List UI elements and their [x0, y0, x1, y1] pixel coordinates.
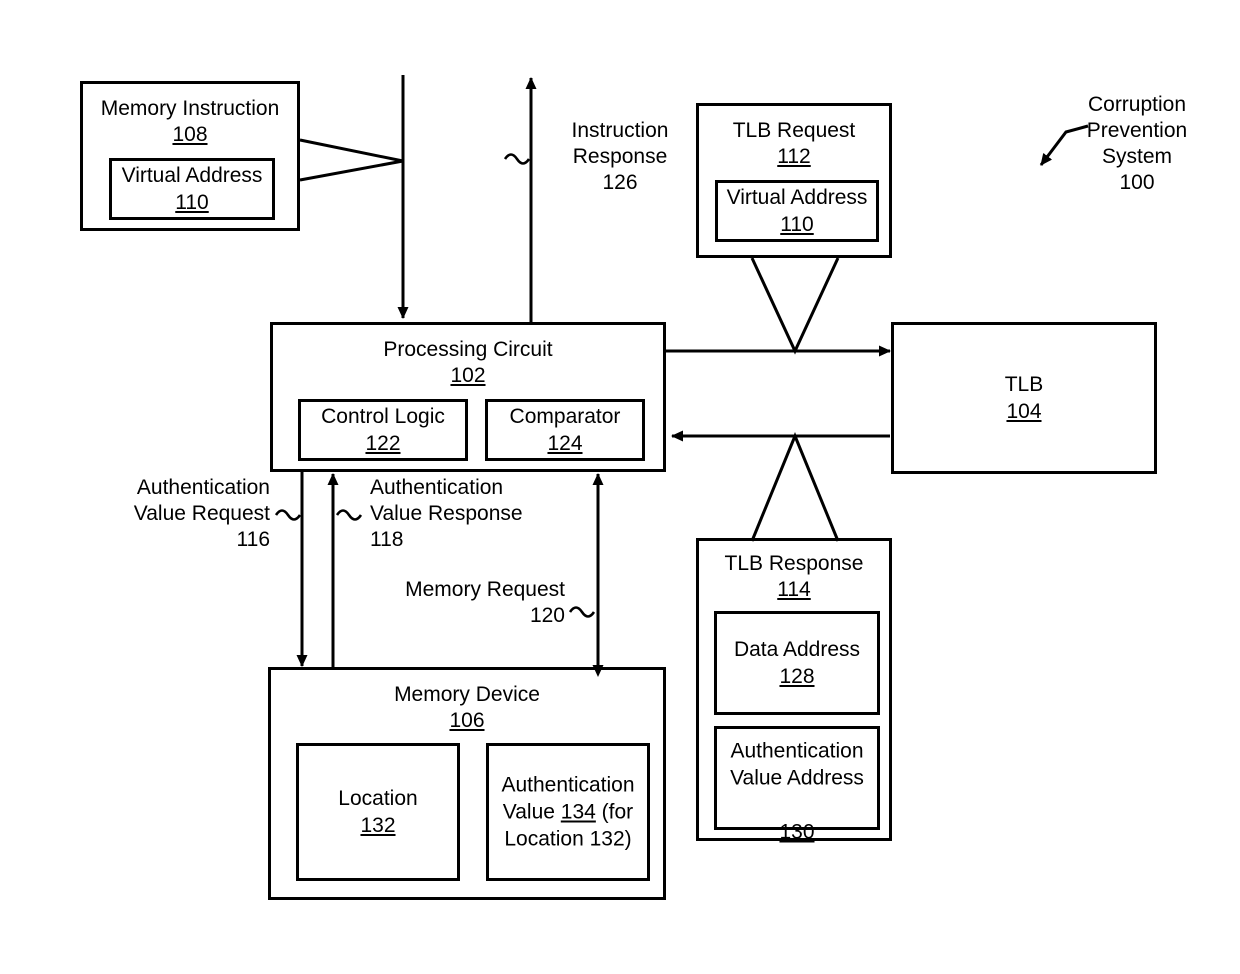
- block-data-address-ref: 128: [779, 665, 815, 688]
- block-processing-circuit-title: Processing Circuit 102: [273, 337, 663, 389]
- block-tlb-response-title: TLB Response 114: [699, 551, 889, 603]
- block-tlb-response-title-text: TLB Response: [724, 552, 864, 575]
- block-virtual-address-110-tlb-ref: 110: [780, 213, 814, 236]
- block-tlb-label: TLB 104: [894, 371, 1154, 425]
- arrow-memory-request: [568, 473, 604, 677]
- block-tlb-title: TLB: [1004, 373, 1044, 396]
- callout-tail-tlb-request: [750, 257, 840, 355]
- block-processing-circuit-ref: 102: [450, 364, 486, 387]
- label-memory-request: Memory Request 120: [405, 578, 565, 627]
- label-instruction-response: Instruction Response 126: [571, 119, 669, 194]
- block-memory-device-title: Memory Device 106: [271, 682, 663, 734]
- block-authentication-value-address-title: Authentication Value Address: [730, 739, 864, 790]
- block-processing-circuit-title-text: Processing Circuit: [383, 338, 553, 361]
- block-memory-device-ref: 106: [449, 709, 485, 732]
- block-memory-instruction-title-text: Memory Instruction: [100, 97, 280, 120]
- block-location-title: Location: [338, 787, 418, 810]
- block-control-logic-ref: 122: [365, 432, 401, 455]
- block-location-label: Location 132: [299, 785, 457, 839]
- block-virtual-address-110-label: Virtual Address 110: [112, 162, 272, 216]
- block-tlb-response: TLB Response 114 Data Address 128 Authen…: [696, 538, 892, 844]
- block-control-logic-label: Control Logic 122: [301, 403, 465, 457]
- patent-figure: Memory Instruction 108 Virtual Address 1…: [0, 0, 1240, 974]
- block-authentication-value-line3: Location 132): [504, 827, 632, 851]
- block-processing-circuit: Processing Circuit 102 Control Logic 122…: [270, 322, 666, 472]
- block-memory-device-title-text: Memory Device: [394, 683, 540, 706]
- block-tlb-request: TLB Request 112 Virtual Address 110: [696, 103, 892, 258]
- block-authentication-value-address: Authentication Value Address 130: [714, 726, 880, 844]
- label-authentication-value-request: Authentication Value Request 116: [133, 476, 270, 551]
- label-corruption-prevention-system: Corruption Prevention System 100: [1086, 93, 1188, 194]
- block-virtual-address-110-tlb-title: Virtual Address: [726, 186, 868, 209]
- block-tlb-ref: 104: [1006, 400, 1042, 423]
- block-tlb-request-title-text: TLB Request: [732, 119, 856, 142]
- label-authentication-value-response: Authentication Value Response 118: [370, 476, 523, 551]
- block-virtual-address-110-in-memory-instruction: Virtual Address 110: [109, 158, 275, 220]
- block-tlb-request-ref: 112: [777, 145, 811, 168]
- block-comparator-ref: 124: [547, 432, 583, 455]
- block-memory-instruction-ref: 108: [172, 123, 208, 146]
- block-virtual-address-110-title: Virtual Address: [121, 164, 263, 187]
- block-memory-instruction: Memory Instruction 108 Virtual Address 1…: [80, 81, 300, 231]
- block-tlb-request-title: TLB Request 112: [699, 118, 889, 170]
- block-control-logic-title: Control Logic: [321, 405, 445, 428]
- block-authentication-value-address-ref: 130: [779, 820, 815, 844]
- block-virtual-address-110-in-tlb-request: Virtual Address 110: [715, 180, 879, 242]
- block-authentication-value-line2-pre: Value: [502, 800, 561, 824]
- block-comparator-label: Comparator 124: [488, 403, 642, 457]
- block-memory-instruction-title: Memory Instruction 108: [83, 96, 297, 148]
- block-location-ref: 132: [360, 814, 396, 837]
- block-authentication-value-line2-post: (for: [595, 800, 634, 824]
- block-authentication-value-address-label: Authentication Value Address 130: [717, 711, 877, 846]
- block-comparator: Comparator 124: [485, 399, 645, 461]
- block-tlb-response-ref: 114: [777, 578, 811, 601]
- block-authentication-value-label: Authentication Value 134 (for Location 1…: [489, 772, 647, 853]
- block-authentication-value-line1: Authentication: [501, 773, 635, 797]
- block-data-address: Data Address 128: [714, 611, 880, 715]
- block-comparator-title: Comparator: [509, 405, 621, 428]
- block-location: Location 132: [296, 743, 460, 881]
- block-authentication-value-ref: 134: [560, 800, 596, 824]
- block-control-logic: Control Logic 122: [298, 399, 468, 461]
- block-data-address-title: Data Address: [733, 638, 861, 661]
- block-tlb: TLB 104: [891, 322, 1157, 474]
- callout-tail-tlb-response: [750, 432, 840, 542]
- block-virtual-address-110-ref: 110: [175, 191, 209, 214]
- arrow-authentication-value-response: [327, 473, 363, 668]
- block-virtual-address-110-tlb-label: Virtual Address 110: [718, 184, 876, 238]
- block-authentication-value: Authentication Value 134 (for Location 1…: [486, 743, 650, 881]
- callout-tail-memory-instruction: [299, 138, 404, 182]
- arrow-instruction-response: [503, 77, 537, 322]
- block-memory-device: Memory Device 106 Location 132 Authentic…: [268, 667, 666, 900]
- block-data-address-label: Data Address 128: [717, 636, 877, 690]
- arrow-authentication-value-request: [274, 471, 308, 667]
